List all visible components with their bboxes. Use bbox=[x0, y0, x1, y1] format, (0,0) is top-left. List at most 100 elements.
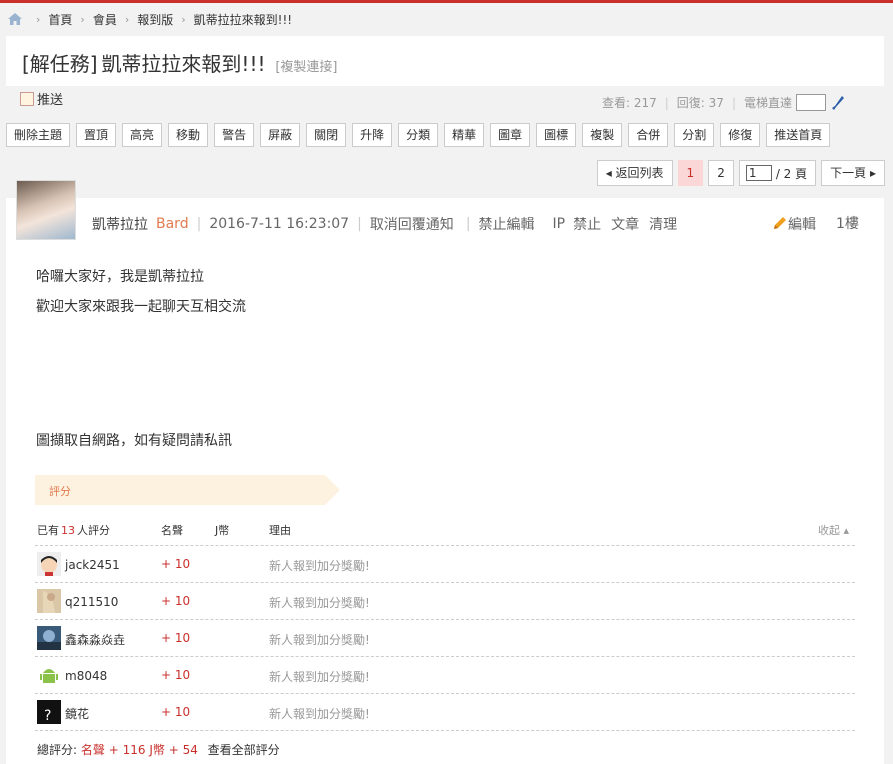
rep-value: + 10 bbox=[161, 557, 191, 571]
col-jcoin: J幣 bbox=[215, 524, 230, 537]
copy-link[interactable]: [複製連接] bbox=[275, 60, 337, 75]
next-page-button[interactable]: 下一頁 ▸ bbox=[821, 160, 885, 186]
rating-header-row: 已有 13 人評分 名聲 J幣 理由 收起 ▴ bbox=[35, 512, 855, 546]
back-to-list-button[interactable]: ◂ 返回列表 bbox=[596, 160, 673, 186]
jump-floor-input[interactable] bbox=[796, 94, 826, 111]
mod-merge-button[interactable]: 合併 bbox=[628, 123, 669, 147]
table-row: jack2451 + 10 新人報到加分獎勵! bbox=[35, 546, 855, 583]
mod-digest-button[interactable]: 精華 bbox=[444, 123, 485, 147]
caret-left-icon: ◂ bbox=[605, 166, 616, 180]
thread-prefix[interactable]: [解任務] bbox=[22, 52, 98, 76]
breadcrumb-members[interactable]: 會員 bbox=[93, 11, 117, 28]
mod-close-button[interactable]: 關閉 bbox=[306, 123, 347, 147]
post-line: 歡迎大家來跟我一起聊天互相交流 bbox=[36, 299, 246, 315]
divider: | bbox=[664, 95, 669, 110]
rep-value: + 10 bbox=[161, 668, 191, 682]
rater-name: q211510 bbox=[65, 595, 119, 609]
edit-button[interactable]: 編輯 bbox=[772, 214, 816, 234]
cancel-reply-notify-link[interactable]: 取消回覆通知 bbox=[370, 214, 454, 234]
author-name[interactable]: 凱蒂拉拉 bbox=[92, 214, 148, 234]
table-row: 鑫森淼焱垚 + 10 新人報到加分獎勵! bbox=[35, 620, 855, 657]
rating-section-header: 評分 bbox=[35, 475, 340, 505]
ban-link[interactable]: 禁止 bbox=[573, 214, 601, 234]
push-label: 推送 bbox=[37, 93, 64, 108]
android-icon bbox=[37, 663, 61, 687]
cleanup-link[interactable]: 清理 bbox=[649, 214, 677, 234]
ip-link[interactable]: IP bbox=[553, 216, 566, 232]
disable-edit-link[interactable]: 禁止編輯 bbox=[479, 214, 535, 234]
moderation-toolbar: 刪除主題 置頂 高亮 移動 警告 屏蔽 關閉 升降 分類 精華 圖章 圖標 複製… bbox=[6, 123, 836, 147]
mod-push-home-button[interactable]: 推送首頁 bbox=[766, 123, 831, 147]
mod-warn-button[interactable]: 警告 bbox=[214, 123, 255, 147]
author-rank: Bard bbox=[156, 216, 189, 232]
mod-delete-button[interactable]: 刪除主題 bbox=[6, 123, 71, 147]
chevron-right-icon: › bbox=[124, 12, 130, 26]
svg-text:?: ? bbox=[44, 708, 51, 724]
page-2-button[interactable]: 2 bbox=[708, 160, 734, 186]
rater-name: jack2451 bbox=[65, 558, 120, 572]
reason-text: 新人報到加分獎勵! bbox=[269, 596, 370, 610]
mod-icon-button[interactable]: 圖標 bbox=[536, 123, 577, 147]
rater-name: m8048 bbox=[65, 669, 108, 683]
rater[interactable]: q211510 bbox=[37, 589, 118, 613]
summary-rep-value: + 116 bbox=[108, 743, 146, 757]
rep-value: + 10 bbox=[161, 631, 191, 645]
divider: | bbox=[731, 95, 736, 110]
table-row: m8048 + 10 新人報到加分獎勵! bbox=[35, 657, 855, 694]
summary-j-value: + 54 bbox=[168, 743, 198, 757]
push-button[interactable]: 推送 bbox=[20, 89, 63, 108]
jump-go-icon[interactable] bbox=[832, 95, 844, 110]
posts-link[interactable]: 文章 bbox=[611, 214, 639, 234]
pencil-icon bbox=[774, 217, 786, 229]
mod-repair-button[interactable]: 修復 bbox=[720, 123, 761, 147]
thread-title: 凱蒂拉拉來報到!!! bbox=[101, 52, 266, 76]
chevron-right-icon: › bbox=[181, 12, 186, 26]
mod-split-button[interactable]: 分割 bbox=[674, 123, 715, 147]
summary-j-label: J幣 bbox=[149, 743, 165, 757]
mod-category-button[interactable]: 分類 bbox=[398, 123, 439, 147]
breadcrumb-home[interactable]: 首頁 bbox=[48, 11, 72, 28]
reason-text: 新人報到加分獎勵! bbox=[269, 633, 370, 647]
edit-label: 編輯 bbox=[788, 217, 816, 233]
view-all-ratings-link[interactable]: 查看全部評分 bbox=[208, 743, 280, 757]
rater[interactable]: m8048 bbox=[37, 663, 107, 687]
post-note: 圖擷取自網路，如有疑問請私訊 bbox=[36, 433, 232, 449]
mod-sticky-button[interactable]: 置頂 bbox=[76, 123, 117, 147]
reason-text: 新人報到加分獎勵! bbox=[269, 707, 370, 721]
collapse-rating-button[interactable]: 收起 ▴ bbox=[818, 522, 849, 538]
rater[interactable]: jack2451 bbox=[37, 552, 120, 576]
mod-block-button[interactable]: 屏蔽 bbox=[260, 123, 301, 147]
avatar: ? bbox=[37, 700, 61, 724]
col-reputation: 名聲 bbox=[161, 524, 183, 537]
page-1-button[interactable]: 1 bbox=[677, 160, 704, 186]
page-jump: 1 / 2 頁 bbox=[738, 160, 817, 186]
rep-value: + 10 bbox=[161, 594, 191, 608]
table-row: q211510 + 10 新人報到加分獎勵! bbox=[35, 583, 855, 620]
rater[interactable]: 鑫森淼焱垚 bbox=[37, 626, 125, 650]
chevron-right-icon: › bbox=[80, 12, 85, 26]
home-icon[interactable] bbox=[8, 13, 22, 25]
next-label: 下一頁 bbox=[830, 166, 867, 180]
mod-bump-button[interactable]: 升降 bbox=[352, 123, 393, 147]
divider: | bbox=[196, 216, 202, 232]
breadcrumb-thread[interactable]: 凱蒂拉拉來報到!!! bbox=[194, 11, 292, 28]
rating-table: 已有 13 人評分 名聲 J幣 理由 收起 ▴ jack2451 + 10 新人… bbox=[35, 512, 855, 731]
breadcrumb-board[interactable]: 報到版 bbox=[137, 11, 173, 28]
push-icon bbox=[20, 91, 34, 106]
rater-name: 鏡花 bbox=[65, 706, 90, 721]
mod-copy-button[interactable]: 複製 bbox=[582, 123, 623, 147]
back-label: 返回列表 bbox=[615, 166, 664, 180]
push-stats-row: 推送 查看: 217 | 回復: 37 | 電梯直達 bbox=[6, 86, 884, 114]
rater[interactable]: ? 鏡花 bbox=[37, 700, 89, 724]
page-input[interactable]: 1 bbox=[745, 165, 772, 181]
page-total: / 2 頁 bbox=[775, 166, 808, 181]
mod-move-button[interactable]: 移動 bbox=[168, 123, 209, 147]
reason-text: 新人報到加分獎勵! bbox=[269, 670, 370, 684]
collapse-label: 收起 bbox=[817, 524, 840, 537]
views-count: 查看: 217 bbox=[601, 96, 657, 110]
mod-highlight-button[interactable]: 高亮 bbox=[122, 123, 163, 147]
thread-stats: 查看: 217 | 回復: 37 | 電梯直達 bbox=[602, 94, 844, 111]
avatar bbox=[37, 626, 61, 650]
author-avatar[interactable] bbox=[16, 180, 76, 240]
mod-stamp-button[interactable]: 圖章 bbox=[490, 123, 531, 147]
